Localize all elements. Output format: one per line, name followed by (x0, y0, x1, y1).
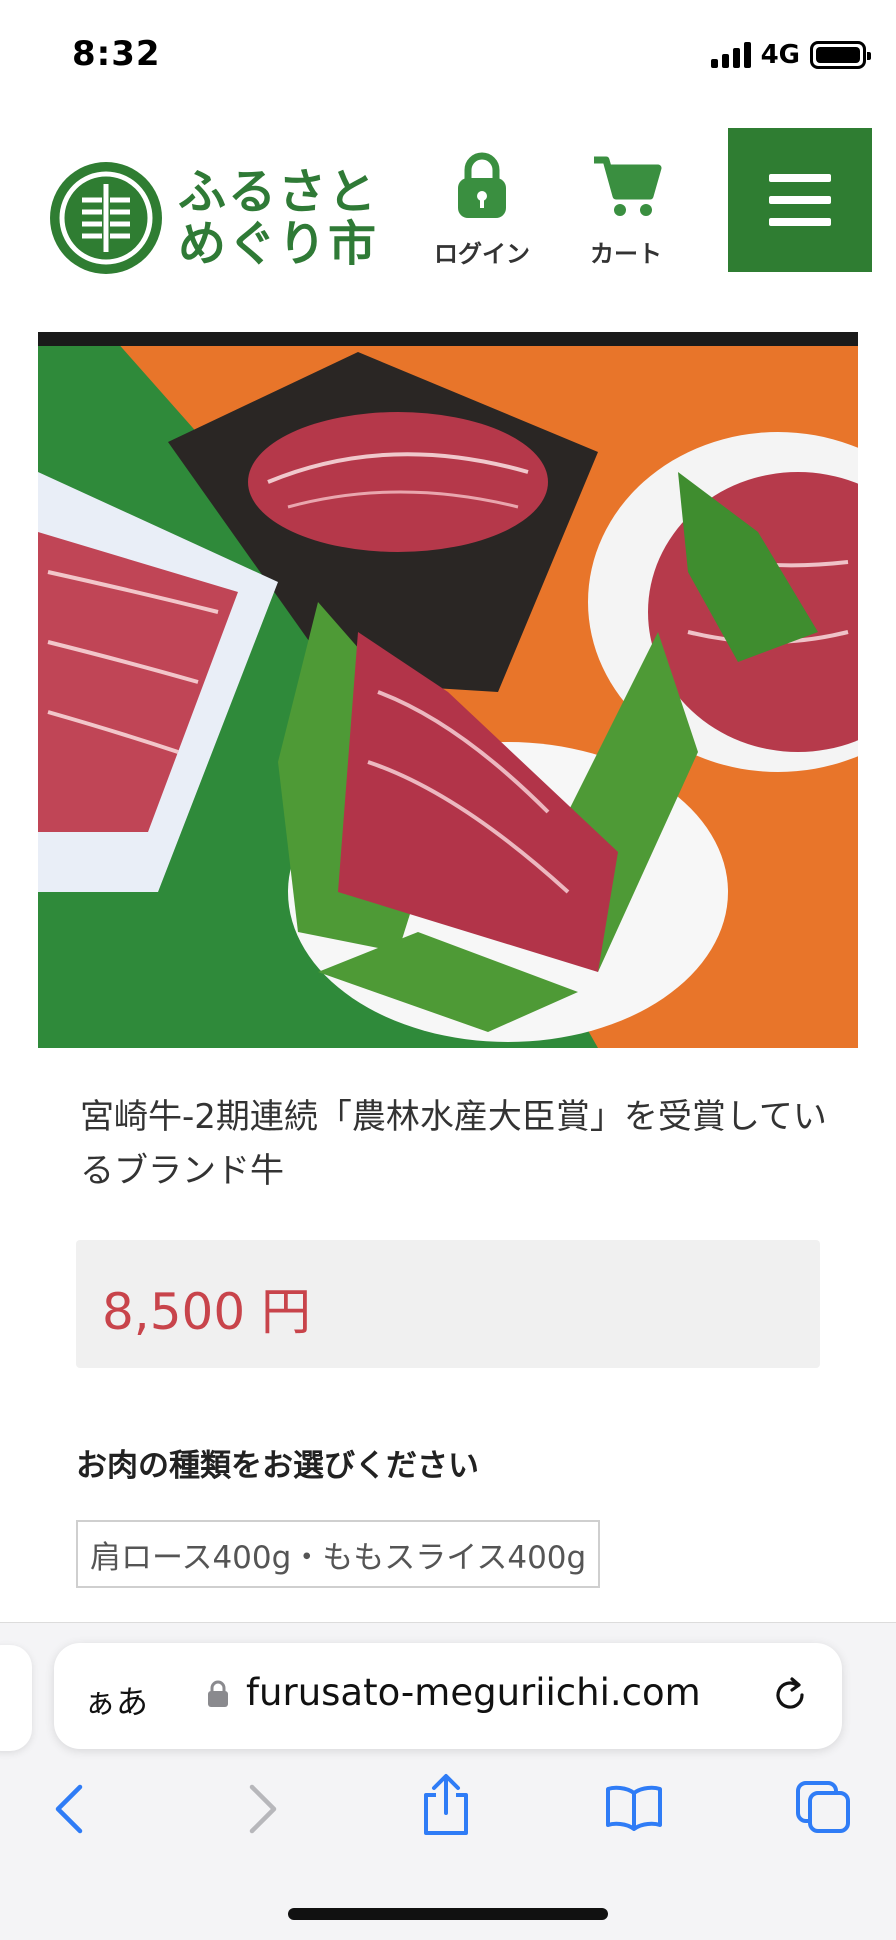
hamburger-menu-button[interactable] (728, 128, 872, 272)
signal-icon (710, 42, 751, 68)
logo-mark-icon (50, 162, 162, 274)
hamburger-icon (769, 174, 831, 182)
share-icon[interactable] (420, 1773, 472, 1837)
cart-button[interactable]: カート (566, 150, 686, 269)
previous-tab-preview[interactable] (0, 1645, 32, 1751)
site-logo[interactable]: ふるさと めぐり市 (48, 160, 378, 276)
lock-icon (458, 152, 506, 218)
network-type: 4G (760, 40, 800, 70)
address-bar[interactable]: ぁあ furusato-meguriichi.com (54, 1643, 842, 1749)
status-bar: 8:32 4G (0, 0, 896, 110)
browser-bottom-bar: ぁあ furusato-meguriichi.com (0, 1622, 896, 1940)
reload-icon[interactable] (768, 1673, 812, 1717)
hamburger-icon-line (769, 218, 831, 226)
status-time: 8:32 (72, 34, 161, 74)
logo-line-2: めぐり市 (178, 216, 379, 272)
meat-type-select[interactable]: 肩ロース400g・ももスライス400g (76, 1520, 601, 1588)
home-indicator[interactable] (288, 1908, 608, 1920)
bookmarks-icon[interactable] (604, 1783, 664, 1831)
logo-text: ふるさと めぐり市 (178, 166, 378, 270)
login-button[interactable]: ログイン (422, 150, 542, 269)
battery-icon (810, 41, 871, 69)
forward-icon[interactable] (246, 1783, 280, 1835)
price-box: 8,500 円 (76, 1240, 820, 1368)
login-label: ログイン (434, 240, 530, 268)
text-size-button[interactable]: ぁあ (84, 1677, 148, 1723)
cart-icon (594, 156, 662, 216)
secure-lock-icon (208, 1680, 228, 1707)
site-header: ふるさと めぐり市 ログイン カート (0, 110, 896, 310)
logo-line-1: ふるさと (178, 164, 379, 220)
product-photo[interactable] (38, 332, 858, 1048)
product-price: 8,500 円 (102, 1283, 312, 1341)
cart-label: カート (590, 240, 662, 268)
wagyu-beef-photo (38, 332, 858, 1048)
hamburger-icon-line (769, 196, 831, 204)
tabs-icon[interactable] (794, 1779, 852, 1835)
option-label: お肉の種類をお選びください (76, 1448, 479, 1484)
product-title: 宮崎牛-2期連続「農林水産大臣賞」を受賞しているブランド牛 (80, 1097, 827, 1191)
status-indicators: 4G (710, 40, 871, 70)
back-icon[interactable] (52, 1783, 86, 1835)
url-text: furusato-meguriichi.com (246, 1671, 701, 1714)
